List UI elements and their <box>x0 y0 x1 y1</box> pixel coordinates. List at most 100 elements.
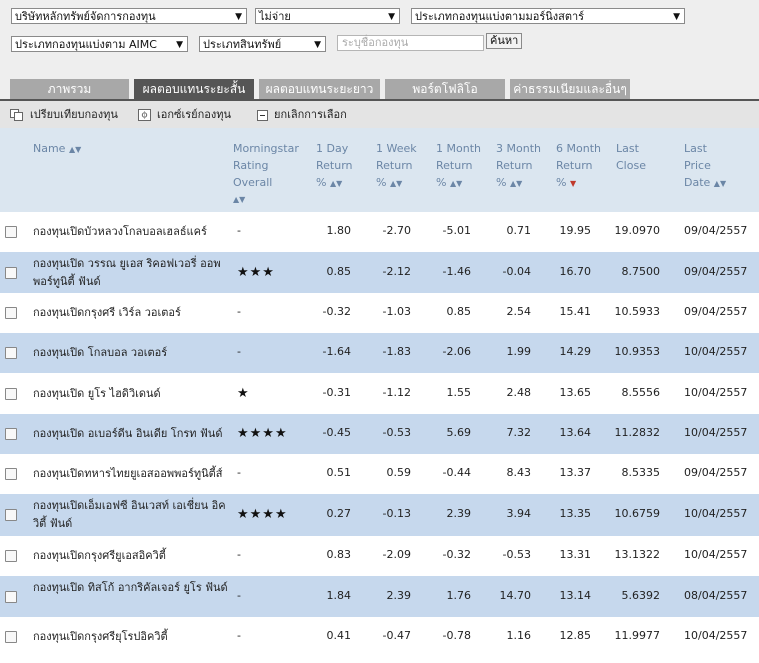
fund-name-link[interactable]: กองทุนเปิด ทิสโก้ อากริคัลเจอร์ ยูโร ฟัน… <box>33 579 228 597</box>
fund-search-placeholder: ระบุชื่อกองทุน <box>342 36 409 49</box>
fund-search-input[interactable]: ระบุชื่อกองทุน <box>337 35 484 51</box>
last-price-date-cell: 10/04/2557 <box>684 548 748 561</box>
return-w1-cell: -1.03 <box>382 305 411 318</box>
tab-portfolio[interactable]: พอร์ตโฟลิโอ <box>385 79 505 99</box>
row-checkbox[interactable] <box>5 509 17 521</box>
return-m6-cell: 14.29 <box>559 345 592 358</box>
morningstar-rating: - <box>237 345 241 358</box>
return-m3-cell: 3.94 <box>506 507 532 520</box>
fund-name-link[interactable]: กองทุนเปิดกรุงศรียุโรปอิควิตี้ <box>33 628 228 646</box>
row-checkbox[interactable] <box>5 591 17 603</box>
asset-type-select[interactable]: ประเภทสินทรัพย์ ▼ <box>199 36 326 52</box>
tab-long-term-return[interactable]: ผลตอบแทนระยะยาว <box>259 79 380 99</box>
return-m3-cell: 2.48 <box>506 386 532 399</box>
fund-name-link[interactable]: กองทุนเปิด โกลบอล วอเตอร์ <box>33 344 228 362</box>
column-header-6month[interactable]: 6 Month Return % ▼ <box>556 140 601 192</box>
row-checkbox[interactable] <box>5 468 17 480</box>
morningstar-rating: - <box>237 548 241 561</box>
return-m1-cell: -2.06 <box>442 345 471 358</box>
row-checkbox[interactable] <box>5 267 17 279</box>
xray-funds-label: เอกซ์เรย์กองทุน <box>157 108 232 121</box>
return-m6-cell: 13.64 <box>559 426 592 439</box>
return-m1-cell: -0.44 <box>442 466 471 479</box>
last-close-cell: 19.0970 <box>614 224 661 237</box>
fund-name-link[interactable]: กองทุนเปิดบัวหลวงโกลบอลเฮลธ์แคร์ <box>33 223 228 241</box>
table-row[interactable]: กองทุนเปิด อเบอร์ดีน อินเดีย โกรท ฟันด์ ★… <box>0 414 759 454</box>
return-m1-cell: 5.69 <box>446 426 472 439</box>
morningstar-type-select[interactable]: ประเภทกองทุนแบ่งตามมอร์นิ่งสตาร์ ▼ <box>411 8 685 24</box>
table-row[interactable]: กองทุนเปิด ทิสโก้ อากริคัลเจอร์ ยูโร ฟัน… <box>0 576 759 617</box>
table-row[interactable]: กองทุนเปิดกรุงศรียุโรปอิควิตี้ - 0.41 -0.47… <box>0 617 759 657</box>
row-checkbox[interactable] <box>5 226 17 238</box>
table-row[interactable]: กองทุนเปิด โกลบอล วอเตอร์ - -1.64 -1.83 -2.0… <box>0 333 759 373</box>
table-row[interactable]: กองทุนเปิดกรุงศรี เวิร์ล วอเตอร์ - -0.32 -1… <box>0 293 759 333</box>
table-row[interactable]: กองทุนเปิดเอ็มเอฟซี อินเวสท์ เอเชี่ยน อิ… <box>0 494 759 536</box>
fund-name-link[interactable]: กองทุนเปิดกรุงศรียูเอสอิควิตี้ <box>33 547 228 565</box>
xray-funds-action[interactable]: เอกซ์เรย์กองทุน <box>138 108 231 122</box>
fund-name-link[interactable]: กองทุนเปิด อเบอร์ดีน อินเดีย โกรท ฟันด์ <box>33 425 228 443</box>
return-m6-cell: 16.70 <box>559 265 592 278</box>
morningstar-rating: - <box>237 629 241 642</box>
row-checkbox[interactable] <box>5 550 17 562</box>
column-header-last-price-date[interactable]: Last Price Date ▲▼ <box>684 140 726 192</box>
table-row[interactable]: กองทุนเปิดบัวหลวงโกลบอลเฮลธ์แคร์ - 1.80 -2.… <box>0 212 759 252</box>
fund-name-link[interactable]: กองทุนเปิดกรุงศรี เวิร์ล วอเตอร์ <box>33 304 228 322</box>
last-price-date-cell: 09/04/2557 <box>684 265 748 278</box>
last-close-cell: 8.5556 <box>621 386 661 399</box>
column-header-rating[interactable]: Morningstar Rating Overall ▲▼ <box>233 140 299 208</box>
clear-selection-action[interactable]: ยกเลิกการเลือก <box>257 108 347 122</box>
table-row[interactable]: กองทุนเปิดกรุงศรียูเอสอิควิตี้ - 0.83 -2.09… <box>0 536 759 576</box>
fund-name-link[interactable]: กองทุนเปิดเอ็มเอฟซี อินเวสท์ เอเชี่ยน อิ… <box>33 497 228 533</box>
return-d1-cell: 0.51 <box>326 466 352 479</box>
row-checkbox[interactable] <box>5 347 17 359</box>
last-close-cell: 8.5335 <box>621 466 661 479</box>
compare-funds-action[interactable]: เปรียบเทียบกองทุน <box>10 108 118 122</box>
clear-selection-label: ยกเลิกการเลือก <box>274 108 347 121</box>
row-checkbox[interactable] <box>5 428 17 440</box>
column-header-1month[interactable]: 1 Month Return % ▲▼ <box>436 140 481 192</box>
minus-box-icon <box>257 109 268 121</box>
fund-name-link[interactable]: กองทุนเปิด วรรณ ยูเอส ริคอฟเวอรี่ ออพพอร… <box>33 255 228 291</box>
return-m3-cell: 8.43 <box>506 466 532 479</box>
chevron-down-icon: ▼ <box>176 40 183 50</box>
tab-fees-and-others[interactable]: ค่าธรรมเนียมและอื่นๆ <box>510 79 630 99</box>
aimc-type-select[interactable]: ประเภทกองทุนแบ่งตาม AIMC ▼ <box>11 36 188 52</box>
row-checkbox[interactable] <box>5 307 17 319</box>
return-d1-cell: -0.45 <box>322 426 351 439</box>
sort-icon: ▲▼ <box>449 179 463 188</box>
company-select-value: บริษัทหลักทรัพย์จัดการกองทุน <box>15 10 156 23</box>
company-select[interactable]: บริษัทหลักทรัพย์จัดการกองทุน ▼ <box>11 8 247 24</box>
tab-short-term-return[interactable]: ผลตอบแทนระยะสั้น <box>134 79 254 99</box>
row-checkbox[interactable] <box>5 388 17 400</box>
sort-icon: ▲▼ <box>389 179 403 188</box>
return-m3-cell: -0.04 <box>502 265 531 278</box>
column-header-1day[interactable]: 1 Day Return % ▲▼ <box>316 140 353 192</box>
column-header-1week[interactable]: 1 Week Return % ▲▼ <box>376 140 417 192</box>
morningstar-rating: ★★★ <box>237 265 275 280</box>
last-price-date-cell: 08/04/2557 <box>684 589 748 602</box>
tab-overview[interactable]: ภาพรวม <box>10 79 129 99</box>
morningstar-rating: - <box>237 589 241 602</box>
search-button[interactable]: ค้นหา <box>486 33 523 49</box>
table-row[interactable]: กองทุนเปิด วรรณ ยูเอส ริคอฟเวอรี่ ออพพอร… <box>0 252 759 293</box>
table-row[interactable]: กองทุนเปิดทหารไทยยูเอสออพพอร์ทูนิตี้ส์ -0… <box>0 454 759 494</box>
column-header-name[interactable]: Name ▲▼ <box>33 140 81 158</box>
column-header-3month[interactable]: 3 Month Return % ▲▼ <box>496 140 541 192</box>
dividend-select[interactable]: ไม่จ่าย ▼ <box>255 8 400 24</box>
morningstar-rating: - <box>237 466 241 479</box>
table-row[interactable]: กองทุนเปิด ยูโร ไฮดิวิเดนด์ ★ -0.31 -1.12 1.… <box>0 373 759 414</box>
last-price-date-cell: 10/04/2557 <box>684 507 748 520</box>
column-header-last-close[interactable]: Last Close <box>616 140 646 174</box>
chevron-down-icon: ▼ <box>314 40 321 50</box>
fund-name-link[interactable]: กองทุนเปิด ยูโร ไฮดิวิเดนด์ <box>33 385 228 403</box>
last-close-cell: 10.9353 <box>614 345 661 358</box>
compare-icon <box>10 109 23 121</box>
return-d1-cell: -1.64 <box>322 345 351 358</box>
last-price-date-cell: 10/04/2557 <box>684 386 748 399</box>
return-m1-cell: 1.55 <box>446 386 472 399</box>
last-close-cell: 8.7500 <box>621 265 661 278</box>
row-checkbox[interactable] <box>5 631 17 643</box>
chevron-down-icon: ▼ <box>673 12 680 22</box>
fund-name-link[interactable]: กองทุนเปิดทหารไทยยูเอสออพพอร์ทูนิตี้ส์ <box>33 465 228 483</box>
return-w1-cell: -0.53 <box>382 426 411 439</box>
